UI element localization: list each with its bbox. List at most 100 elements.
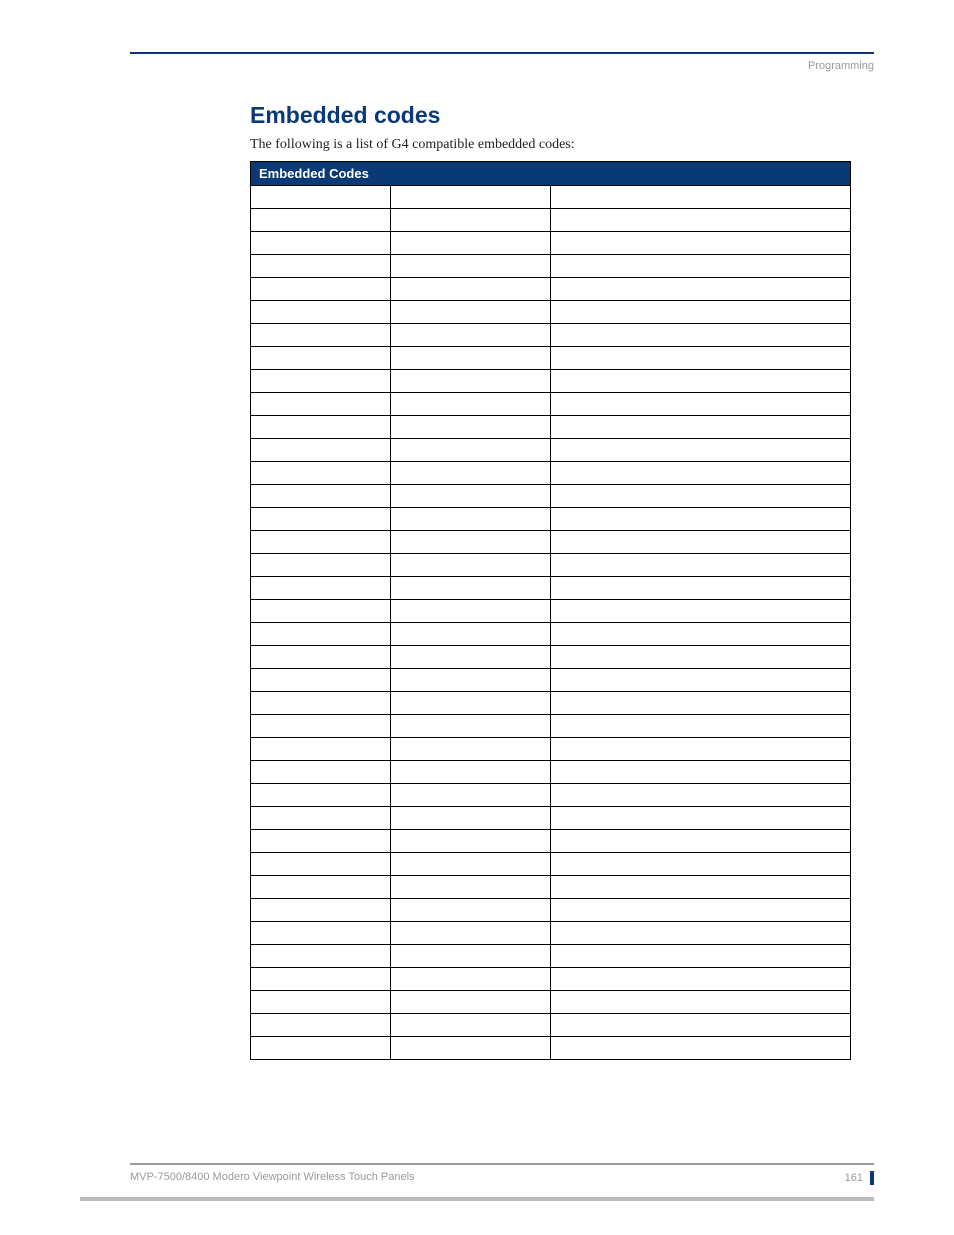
table-row [251,807,851,830]
table-cell [551,531,851,554]
table-row [251,899,851,922]
table-cell [391,899,551,922]
table-cell [551,324,851,347]
table-cell [391,991,551,1014]
table-cell [251,462,391,485]
table-cell [551,416,851,439]
table-cell [251,393,391,416]
table-cell [391,669,551,692]
table-cell [391,255,551,278]
table-cell [551,508,851,531]
footer-row: MVP-7500/8400 Modero Viewpoint Wireless … [130,1165,874,1185]
table-cell [251,715,391,738]
table-cell [391,945,551,968]
table-cell [391,416,551,439]
table-cell [391,232,551,255]
table-cell [551,715,851,738]
table-cell [391,715,551,738]
table-row [251,347,851,370]
table-cell [551,669,851,692]
table-cell [391,807,551,830]
table-row [251,439,851,462]
table-cell [391,1014,551,1037]
table-row [251,508,851,531]
table-row [251,462,851,485]
table-cell [551,807,851,830]
table-row [251,876,851,899]
table-cell [551,370,851,393]
content-area: Embedded codes The following is a list o… [130,102,874,1060]
section-title: Embedded codes [250,102,874,129]
table-row [251,945,851,968]
table-cell [391,922,551,945]
table-cell [551,692,851,715]
table-row [251,991,851,1014]
table-row [251,554,851,577]
table-row [251,853,851,876]
table-cell [391,623,551,646]
table-cell [251,738,391,761]
table-cell [391,738,551,761]
table-cell [551,945,851,968]
table-cell [551,439,851,462]
table-cell [551,853,851,876]
table-row [251,255,851,278]
table-cell [251,784,391,807]
table-cell [251,485,391,508]
table-cell [551,1014,851,1037]
table-cell [551,646,851,669]
table-cell [551,784,851,807]
table-row [251,715,851,738]
table-cell [251,968,391,991]
table-row [251,370,851,393]
table-cell [251,531,391,554]
table-cell [251,416,391,439]
table-cell [551,255,851,278]
table-header: Embedded Codes [251,162,851,186]
footer-page-bar-icon [870,1171,874,1185]
table-body [251,186,851,1060]
table-row [251,1014,851,1037]
table-cell [391,209,551,232]
table-row [251,692,851,715]
table-row [251,1037,851,1060]
embedded-codes-table: Embedded Codes [250,161,851,1060]
table-cell [391,968,551,991]
table-cell [391,1037,551,1060]
table-cell [391,324,551,347]
table-cell [551,600,851,623]
table-cell [251,876,391,899]
table-row [251,600,851,623]
table-cell [251,554,391,577]
table-cell [391,186,551,209]
table-cell [391,554,551,577]
table-cell [251,324,391,347]
table-row [251,830,851,853]
table-cell [251,1014,391,1037]
table-cell [251,807,391,830]
table-row [251,232,851,255]
table-row [251,531,851,554]
table-cell [251,853,391,876]
page: Programming Embedded codes The following… [0,0,954,1235]
table-cell [551,830,851,853]
table-cell [251,761,391,784]
table-cell [551,209,851,232]
table-cell [251,278,391,301]
table-cell [551,876,851,899]
table-cell [251,232,391,255]
table-row [251,968,851,991]
table-cell [251,646,391,669]
table-cell [251,922,391,945]
table-row [251,761,851,784]
table-cell [391,646,551,669]
table-cell [551,462,851,485]
table-cell [391,784,551,807]
table-cell [251,991,391,1014]
table-cell [551,393,851,416]
table-cell [391,853,551,876]
table-row [251,485,851,508]
table-cell [391,393,551,416]
table-cell [251,623,391,646]
table-cell [391,301,551,324]
